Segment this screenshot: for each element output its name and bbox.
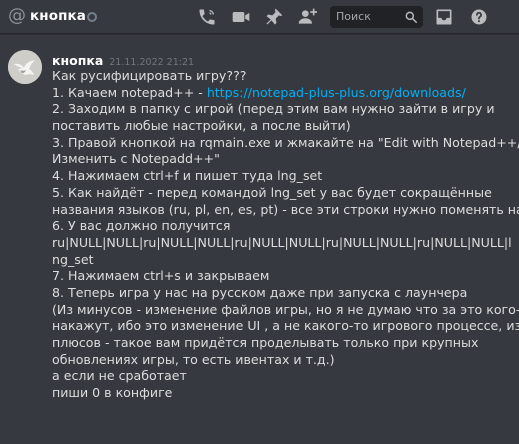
- message-line-text: (Из минусов - изменение файлов игры, но …: [52, 301, 519, 317]
- message-line: 8. Теперь игра у нас на русском даже при…: [52, 285, 514, 302]
- message-line: 6. У вас должно получится: [52, 218, 514, 235]
- message-line-text: плюсов - такое вам придётся проделывать …: [52, 335, 479, 350]
- message-line-text: ng_set: [52, 251, 94, 267]
- message-line: 7. Нажимаем ctrl+s и закрываем: [52, 268, 514, 285]
- message-line-text: 6. У вас должно получится: [52, 218, 231, 234]
- message-line-text: 1. Качаем notepad++ -: [52, 84, 207, 100]
- message-line: (Из минусов - изменение файлов игры, но …: [52, 302, 519, 319]
- avatar[interactable]: [8, 50, 42, 84]
- message-line: накажут, ибо это изменение UI , а не как…: [52, 318, 519, 335]
- message-line: Изменить с Notepadd++": [52, 151, 514, 168]
- video-icon[interactable]: [231, 7, 251, 27]
- message-line-text: Изменить с Notepadd++": [52, 151, 220, 167]
- message-line-text: поставить любые настройки, а после выйти…: [52, 118, 351, 134]
- timestamp: 21.11.2022 21:21: [109, 57, 195, 68]
- help-icon[interactable]: [469, 7, 489, 27]
- message-header: кнопка 21.11.2022 21:21: [52, 50, 194, 69]
- message-line-text: 5. Как найдёт - перед командой lng_set у…: [52, 184, 492, 200]
- add-friend-icon[interactable]: [297, 7, 317, 27]
- at-icon: @: [8, 5, 26, 26]
- message-line: плюсов - такое вам придётся проделывать …: [52, 335, 514, 352]
- message-line-text: 8. Теперь игра у нас на русском даже при…: [52, 284, 468, 300]
- message-line: пиши 0 в конфиге: [52, 385, 514, 402]
- message-line-text: Как русифицировать игру???: [52, 68, 247, 83]
- search-icon: [404, 10, 418, 24]
- message-line-text: 2. Заходим в папку с игрой (перед этим в…: [52, 101, 495, 117]
- message-line-text: 7. Нажимаем ctrl+s и закрываем: [52, 268, 270, 284]
- username[interactable]: кнопка: [52, 53, 103, 68]
- message-line: 3. Правой кнопкой на rqmain.exe и жмакай…: [52, 135, 519, 152]
- message-line: ru|NULL|NULL|ru|NULL|NULL|ru|NULL|NULL|r…: [52, 235, 514, 252]
- message-line: названия языков (ru, pl, en, es, pt) - в…: [52, 202, 519, 219]
- message-line-text: названия языков (ru, pl, en, es, pt) - в…: [52, 201, 519, 217]
- search-input[interactable]: Поиск: [330, 6, 423, 28]
- message-line-text: пиши 0 в конфиге: [52, 385, 173, 401]
- message-line-text: 3. Правой кнопкой на rqmain.exe и жмакай…: [52, 134, 519, 150]
- message-line: Как русифицировать игру???: [52, 68, 514, 85]
- message-line: поставить любые настройки, а после выйти…: [52, 118, 514, 135]
- call-icon[interactable]: [197, 7, 217, 27]
- pin-icon[interactable]: [264, 7, 284, 27]
- message-line: 4. Нажимаем ctrl+f и пишет туда lng_set: [52, 168, 514, 185]
- channel-name: кнопка: [30, 8, 86, 24]
- message-line-text: обновлениях игры, то есть ивентах и т.д.…: [52, 351, 335, 367]
- message-line-text: ru|NULL|NULL|ru|NULL|NULL|ru|NULL|NULL|r…: [52, 234, 512, 250]
- message-line: 2. Заходим в папку с игрой (перед этим в…: [52, 101, 514, 118]
- message-line: ng_set: [52, 252, 514, 269]
- message-line-text: накажут, ибо это изменение UI , а не как…: [52, 318, 519, 334]
- message-line: 1. Качаем notepad++ - https://notepad-pl…: [52, 85, 514, 102]
- message-line: 5. Как найдёт - перед командой lng_set у…: [52, 185, 514, 202]
- message-line: а если не сработает: [52, 368, 514, 385]
- search-placeholder: Поиск: [336, 10, 371, 23]
- message-line-text: а если не сработает: [52, 368, 187, 384]
- message-line-text: 4. Нажимаем ctrl+f и пишет туда lng_set: [52, 168, 323, 184]
- download-link[interactable]: https://notepad-plus-plus.org/downloads/: [207, 85, 466, 100]
- message-content: Как русифицировать игру??? 1. Качаем note…: [52, 68, 519, 402]
- message-line: обновлениях игры, то есть ивентах и т.д.…: [52, 352, 514, 369]
- inbox-icon[interactable]: [434, 7, 454, 27]
- status-icon: [87, 12, 97, 22]
- channel-header: @ кнопка Поиск: [0, 0, 519, 34]
